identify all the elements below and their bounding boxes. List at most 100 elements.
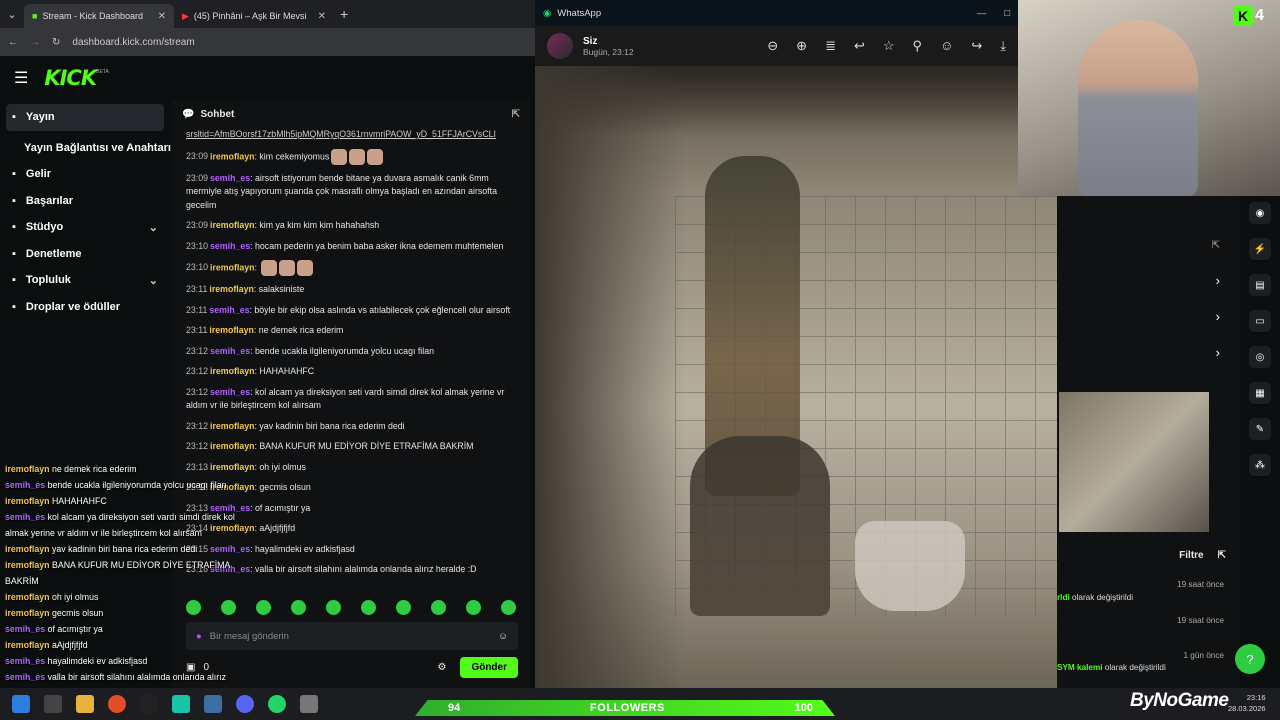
- wrench-icon[interactable]: ✎: [1249, 418, 1271, 440]
- chevron-right-icon[interactable]: ›: [1057, 262, 1240, 298]
- overlay-username: semih_es: [5, 656, 46, 666]
- audio-app-icon[interactable]: [140, 695, 158, 713]
- message-username[interactable]: semih_es: [210, 173, 250, 183]
- chat-message: 23:10 semih_es: hocam pederin ya benim ba…: [186, 240, 504, 251]
- zoom-out-icon[interactable]: ⊖: [767, 38, 778, 54]
- sidebar-item[interactable]: ▪ Başarılar: [0, 188, 172, 215]
- message-username[interactable]: semih_es: [209, 305, 249, 315]
- chevron-right-icon[interactable]: ›: [1057, 298, 1240, 334]
- tab-youtube[interactable]: ▶ (45) Pinhâni – Aşk Bir Mevsi ✕: [174, 4, 334, 28]
- message-username[interactable]: semih_es: [210, 387, 250, 397]
- task-view-icon[interactable]: [44, 695, 62, 713]
- settings-taskbar-icon[interactable]: [300, 695, 318, 713]
- stream-preview[interactable]: [1059, 392, 1209, 532]
- message-text: hocam pederin ya benim baba asker ikna e…: [255, 240, 504, 251]
- emote-icon[interactable]: [291, 600, 306, 615]
- chat-message: 23:12 semih_es: bende ucakla ilgileniyoru…: [186, 345, 434, 356]
- tab-kick-dashboard[interactable]: ■ Stream - Kick Dashboard ✕: [24, 4, 174, 28]
- message-username[interactable]: iremoflayn: [210, 441, 255, 451]
- layout-icon[interactable]: ▦: [1249, 382, 1271, 404]
- file-explorer-icon[interactable]: [76, 695, 94, 713]
- pin-icon[interactable]: ⚲: [913, 38, 923, 54]
- chat-icon[interactable]: ▭: [1249, 310, 1271, 332]
- message-username[interactable]: iremoflayn: [209, 284, 254, 294]
- message-username[interactable]: iremoflayn: [210, 366, 255, 376]
- chat-link-message[interactable]: srsltid=AfmBOorsf17zbMlh5ipMQMRyqO361rnv…: [172, 128, 530, 142]
- broadcast-icon[interactable]: ◎: [1249, 346, 1271, 368]
- lightning-icon[interactable]: ⚡: [1249, 238, 1271, 260]
- activity-item: 19 saat önce rldi olarak değiştirildi: [1057, 580, 1240, 602]
- star-icon[interactable]: ☆: [883, 38, 895, 54]
- emote-icon[interactable]: [431, 600, 446, 615]
- chevron-down-icon[interactable]: ⌄: [149, 274, 158, 287]
- streamlabs-icon[interactable]: [172, 695, 190, 713]
- reload-icon[interactable]: ↻: [52, 37, 60, 48]
- overlay-message: semih_es of acımıştır ya: [5, 621, 250, 637]
- clipboard-icon[interactable]: ▤: [1249, 274, 1271, 296]
- camera-icon[interactable]: ◉: [1249, 202, 1271, 224]
- download-icon[interactable]: ⤓: [1000, 38, 1006, 54]
- forward-icon[interactable]: ↪: [971, 38, 982, 54]
- popout-icon[interactable]: ⇱: [1057, 228, 1240, 262]
- close-icon[interactable]: ✕: [158, 11, 166, 22]
- sidebar-item[interactable]: ▪ Denetleme: [0, 241, 172, 268]
- overlay-username: semih_es: [5, 624, 46, 634]
- sidebar-item[interactable]: ▪ Stüdyo ⌄: [0, 214, 172, 241]
- sidebar-item[interactable]: ▪ Topluluk ⌄: [0, 267, 172, 294]
- forward-icon[interactable]: →: [30, 37, 40, 48]
- sidebar-item[interactable]: ▪ Yayın: [6, 104, 164, 131]
- message-username[interactable]: iremoflayn: [210, 262, 255, 272]
- zoom-in-icon[interactable]: ⊕: [796, 38, 807, 54]
- activity-time: 1 gün önce: [1183, 651, 1224, 660]
- emote-icon[interactable]: [326, 600, 341, 615]
- url-field[interactable]: dashboard.kick.com/stream: [72, 37, 194, 48]
- react-icon[interactable]: ☺: [940, 38, 953, 54]
- discord-icon[interactable]: [236, 695, 254, 713]
- popout-icon[interactable]: ⇱: [1218, 550, 1226, 561]
- minimize-icon[interactable]: —: [977, 8, 987, 19]
- settings-icon[interactable]: ⚙: [437, 662, 446, 673]
- hamburger-menu-icon[interactable]: ☰: [14, 68, 28, 88]
- send-button[interactable]: Gönder: [460, 656, 518, 678]
- kick-logo[interactable]: KICK: [44, 66, 97, 90]
- media-photo[interactable]: [535, 66, 1057, 688]
- emote-icon[interactable]: [256, 600, 271, 615]
- whatsapp-taskbar-icon[interactable]: [268, 695, 286, 713]
- chevron-down-icon[interactable]: ⌄: [149, 221, 158, 234]
- reply-icon[interactable]: ↩: [854, 38, 865, 54]
- emote-icon[interactable]: [396, 600, 411, 615]
- chevron-right-icon[interactable]: ›: [1057, 334, 1240, 370]
- activity-name: rldi: [1057, 593, 1070, 602]
- message-username[interactable]: iremoflayn: [210, 151, 255, 161]
- emote-icon[interactable]: [466, 600, 481, 615]
- message-username[interactable]: iremoflayn: [209, 325, 254, 335]
- sidebar-item[interactable]: Yayın Bağlantısı ve Anahtarı: [0, 135, 172, 162]
- tab-search-icon[interactable]: ⌄: [0, 8, 24, 21]
- emote-icon[interactable]: [501, 600, 516, 615]
- popout-icon[interactable]: ⇱: [512, 109, 520, 120]
- chrome-icon[interactable]: [108, 695, 126, 713]
- sidebar-item-label: Gelir: [25, 168, 51, 181]
- followers-current: 94: [448, 702, 461, 714]
- sidebar-item[interactable]: ▪ Droplar ve ödüller: [0, 294, 172, 321]
- steam-icon[interactable]: [204, 695, 222, 713]
- message-username[interactable]: iremoflayn: [210, 220, 255, 230]
- message-username[interactable]: semih_es: [210, 346, 250, 356]
- emote-icon[interactable]: [361, 600, 376, 615]
- maximize-icon[interactable]: □: [1004, 8, 1010, 19]
- message-username[interactable]: semih_es: [210, 241, 250, 251]
- emoji-icon[interactable]: ☺: [498, 631, 508, 642]
- nodes-icon[interactable]: ⁂: [1249, 454, 1271, 476]
- message-username[interactable]: iremoflayn: [210, 421, 255, 431]
- drops-icon: ▪: [12, 300, 16, 313]
- new-tab-icon[interactable]: +: [340, 6, 348, 22]
- back-icon[interactable]: ←: [8, 37, 18, 48]
- activity-text: olarak değiştirildi: [1072, 593, 1134, 602]
- address-bar: ← → ↻ dashboard.kick.com/stream: [0, 28, 535, 56]
- go-to-message-icon[interactable]: ≣: [825, 38, 836, 54]
- filter-button[interactable]: Filtre: [1179, 550, 1203, 561]
- windows-start-icon[interactable]: [12, 695, 30, 713]
- close-icon[interactable]: ✕: [318, 11, 326, 22]
- help-icon[interactable]: ?: [1235, 644, 1265, 674]
- sidebar-item[interactable]: ▪ Gelir: [0, 161, 172, 188]
